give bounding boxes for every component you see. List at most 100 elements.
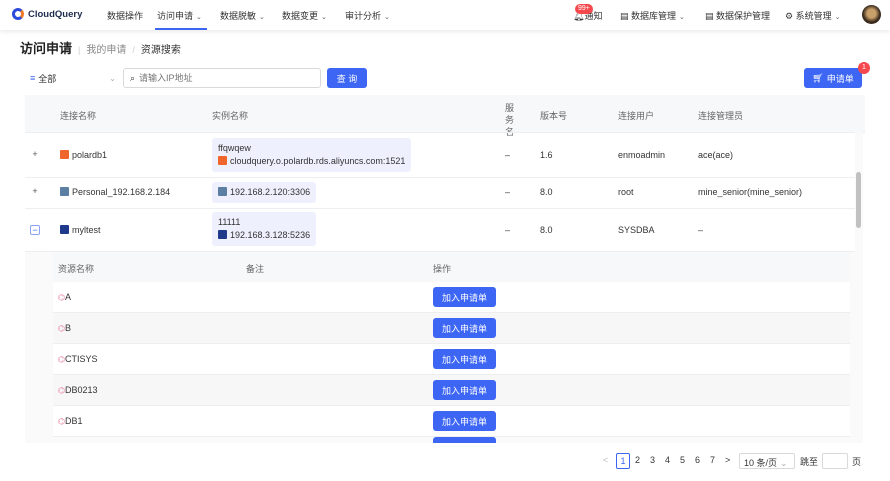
nav-db-manage[interactable]: ▤ 数据库管理 ⌄ xyxy=(620,9,685,22)
mysql-icon xyxy=(60,187,69,196)
add-to-cart-button[interactable]: 加入申请单 xyxy=(433,411,496,431)
chevron-down-icon: ⌄ xyxy=(196,14,202,21)
resource-row: ⌬DB0213 加入申请单 xyxy=(53,375,850,406)
cart-button[interactable]: 🛒︎ 申请单 xyxy=(804,68,862,88)
version: 8.0 xyxy=(540,225,553,235)
breadcrumb-resource-search: 资源搜索 xyxy=(140,45,181,56)
active-indicator xyxy=(155,28,207,30)
instance-tag: 192.168.2.120:3306 xyxy=(212,182,317,203)
nav-data-protect[interactable]: ▤ 数据保护管理 xyxy=(705,9,770,22)
page-title: 访问申请 xyxy=(20,41,73,56)
chevron-down-icon: ⌄ xyxy=(109,73,116,83)
instance-name: ffqwqew xyxy=(218,143,251,153)
instance-tag: ffqwqew cloudquery.o.polardb.rds.aliyuncs… xyxy=(212,138,412,172)
nav-label: 数据脱敏 xyxy=(220,11,257,21)
cart-badge: 1 xyxy=(858,62,870,74)
logo-icon xyxy=(12,8,24,20)
service-name: – xyxy=(505,187,511,197)
resource-name-text: B xyxy=(64,323,71,333)
nav-access-request[interactable]: 访问申请 ⌄ xyxy=(157,9,202,22)
ip-search-input[interactable]: ⌕ xyxy=(123,68,321,88)
expand-icon[interactable]: + xyxy=(30,187,40,197)
page-button[interactable]: 2 xyxy=(635,455,640,465)
scrollbar-thumb[interactable] xyxy=(856,172,861,228)
page-button[interactable]: 5 xyxy=(680,455,685,465)
page-button-active[interactable]: 1 xyxy=(616,453,630,469)
connection-name: polardb1 xyxy=(60,150,107,160)
col-user: 连接用户 xyxy=(618,111,655,121)
add-to-cart-button[interactable]: 加入申请单 xyxy=(433,380,496,400)
resource-name: ⌬DB0213 xyxy=(58,385,98,395)
page-size-value: 10 条/页 xyxy=(744,458,778,468)
col-version: 版本号 xyxy=(540,111,568,121)
add-to-cart-button[interactable]: 加入申请单 xyxy=(433,318,496,338)
next-page-button[interactable]: > xyxy=(725,455,730,465)
connection-name-text: Personal_192.168.2.184 xyxy=(72,187,171,197)
chevron-down-icon: ⌄ xyxy=(321,14,327,21)
page-button[interactable]: 6 xyxy=(695,455,700,465)
schema-icon: ⌬ xyxy=(58,386,65,395)
version: 8.0 xyxy=(540,187,553,197)
connection-name: Personal_192.168.2.184 xyxy=(60,187,170,197)
resource-row: ⌬B 加入申请单 xyxy=(53,313,850,344)
page-button[interactable]: 4 xyxy=(665,455,670,465)
shield-db-icon: ▤ xyxy=(705,11,717,21)
resource-name: ⌬B xyxy=(58,323,71,333)
select-value: 全部 xyxy=(38,73,57,84)
chevron-down-icon: ⌄ xyxy=(834,14,841,21)
nav-label: 系统管理 xyxy=(795,11,832,21)
nav-label: 审计分析 xyxy=(345,11,382,21)
schema-icon: ⌬ xyxy=(58,324,65,333)
add-to-cart-button[interactable]: 加入申请单 xyxy=(433,349,496,369)
instance-address: 192.168.3.128:5236 xyxy=(230,230,311,240)
connection-admin: mine_senior(mine_senior) xyxy=(698,187,803,197)
chevron-down-icon: ⌄ xyxy=(780,458,788,468)
nav-label: 数据库管理 xyxy=(631,11,677,21)
breadcrumb: 访问申请 | 我的申请 / 资源搜索 xyxy=(20,38,181,57)
instance-name: 11111 xyxy=(218,217,241,227)
notify-badge: 99+ xyxy=(575,4,593,14)
nav-label: 数据保护管理 xyxy=(716,11,771,21)
logo[interactable]: CloudQuery xyxy=(12,8,82,20)
nav-sys-manage[interactable]: ⚙ 系统管理 ⌄ xyxy=(785,9,840,22)
chevron-down-icon: ⌄ xyxy=(384,14,390,21)
top-nav: CloudQuery 数据操作 访问申请 ⌄ 数据脱敏 ⌄ 数据变更 ⌄ 审计分析 ⌄ … xyxy=(0,0,890,30)
page-button[interactable]: 7 xyxy=(710,455,715,465)
page-size-select[interactable]: 10 条/页 ⌄ xyxy=(739,453,795,469)
breadcrumb-my-requests[interactable]: 我的申请 xyxy=(86,41,126,56)
datasource-select[interactable]: ≡ 全部 ⌄ xyxy=(30,69,118,87)
jump-label: 跳至 xyxy=(800,457,819,467)
add-to-cart-button[interactable]: 加入申请单 xyxy=(433,287,496,307)
logo-text: CloudQuery xyxy=(28,8,83,20)
collapse-icon[interactable]: − xyxy=(30,225,40,235)
instance-address: 192.168.2.120:3306 xyxy=(230,187,311,197)
nav-masking[interactable]: 数据脱敏 ⌄ xyxy=(220,9,265,22)
ip-input[interactable] xyxy=(139,73,310,83)
nav-data-change[interactable]: 数据变更 ⌄ xyxy=(282,9,327,22)
nav-audit[interactable]: 审计分析 ⌄ xyxy=(345,9,390,22)
nav-label: 访问申请 xyxy=(157,11,194,21)
nav-data-ops[interactable]: 数据操作 xyxy=(107,9,143,22)
gear-icon: ⚙ xyxy=(785,11,796,21)
avatar[interactable] xyxy=(862,5,881,24)
database-icon: ≡ xyxy=(30,73,36,83)
mysql-icon xyxy=(218,187,227,196)
dameng-icon xyxy=(60,225,69,234)
resource-name-text: DB1 xyxy=(64,416,83,426)
resource-name: ⌬CTISYS xyxy=(58,354,98,364)
cart-icon: 🛒︎ xyxy=(812,72,824,83)
query-button[interactable]: 查 询 xyxy=(327,68,367,88)
expand-icon[interactable]: + xyxy=(30,150,40,160)
col-action: 操作 xyxy=(433,264,452,274)
connection-name-text: myltest xyxy=(72,225,101,235)
col-admin: 连接管理员 xyxy=(698,111,744,121)
polardb-icon xyxy=(60,150,69,159)
prev-page-button[interactable]: < xyxy=(603,455,608,465)
schema-icon: ⌬ xyxy=(58,293,65,302)
separator: | xyxy=(78,45,81,55)
page-button[interactable]: 3 xyxy=(650,455,655,465)
cart-label: 申请单 xyxy=(826,73,854,84)
add-to-cart-button[interactable] xyxy=(433,437,496,443)
jump-input[interactable] xyxy=(822,453,848,469)
connection-name: myltest xyxy=(60,225,101,235)
